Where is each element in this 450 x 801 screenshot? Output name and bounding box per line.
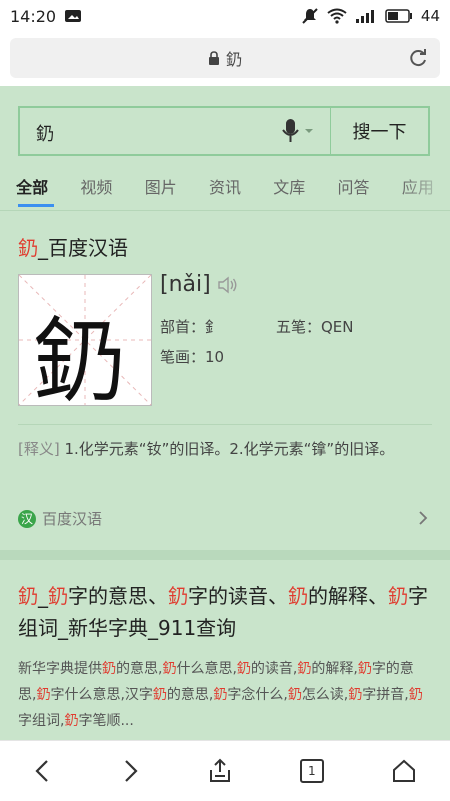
tab-wenku[interactable]: 文库 [257,166,321,210]
dictionary-card-title[interactable]: 釢_百度汉语 [18,232,128,261]
share-icon[interactable] [207,758,233,784]
category-tabs: 全部 视频 图片 资讯 文库 问答 应用 [0,166,450,210]
status-bar: 14:20 44 [0,0,450,32]
character-box: 釢 [18,274,152,415]
address-bar-container: 釢 [0,32,450,86]
image-notification-icon [65,10,82,22]
search-result[interactable]: 釢_釢字的意思、釢字的读音、釢的解释、釢字组词_新华字典_911查询 新华字典提… [0,560,450,740]
search-button[interactable]: 搜一下 [331,108,428,154]
wubi-code: 五笔：QEN [276,318,354,336]
tab-count: 1 [307,764,316,778]
card-separator [0,550,450,560]
result-title[interactable]: 釢_釢字的意思、釢字的读音、釢的解释、釢字组词_新华字典_911查询 [18,580,438,644]
address-text: 釢 [225,50,242,69]
stroke-count: 笔画：10 [160,348,225,366]
speaker-icon[interactable] [217,276,239,294]
home-icon[interactable] [391,758,417,784]
character-glyph: 釢 [33,308,126,415]
dictionary-card[interactable]: 釢_百度汉语 釢 [nǎi] 部首：釒 五笔：QEN 笔画：10 [释义] 1.… [0,214,450,544]
tab-video[interactable]: 视频 [64,166,128,210]
definition-tag: [释义] [18,440,60,458]
tabs-button[interactable]: 1 [299,759,324,783]
card-divider [18,424,432,425]
result-snippet: 新华字典提供釢的意思,釢什么意思,釢的读音,釢的解释,釢字的意思,釢字什么意思,… [18,661,423,729]
definition: [释义] 1.化学元素“钕”的旧译。2.化学元素“镎”的旧译。 [18,436,432,462]
tab-qa[interactable]: 问答 [321,166,385,210]
source-link[interactable]: 汉 百度汉语 [18,508,102,529]
signal-icon [355,10,374,23]
tabs-fade [400,166,450,210]
tabs-divider [0,210,450,211]
address-bar[interactable]: 釢 [10,38,440,78]
tab-images[interactable]: 图片 [129,166,193,210]
hanyu-logo-icon: 汉 [18,509,36,528]
back-arrow-icon[interactable] [33,759,53,783]
source-name: 百度汉语 [42,510,103,528]
bottom-navigation: 1 [0,740,450,801]
battery-icon [385,9,412,23]
microphone-icon[interactable] [280,118,320,144]
battery-level: 44 [420,7,440,25]
pinyin: [nǎi] [160,272,211,297]
clock: 14:20 [10,6,57,26]
mute-icon [302,8,318,24]
radical: 部首：釒 [160,318,221,336]
forward-arrow-icon[interactable] [120,759,140,783]
lock-icon [208,50,219,65]
search-input[interactable]: 釢 [36,120,54,146]
search-box: 釢 搜一下 [18,106,430,156]
definition-text: 1.化学元素“钕”的旧译。2.化学元素“镎”的旧译。 [59,440,395,458]
tab-news[interactable]: 资讯 [193,166,257,210]
tab-all[interactable]: 全部 [0,166,64,210]
chevron-right-icon[interactable] [418,510,428,526]
reload-icon[interactable] [408,48,428,68]
wifi-icon [327,8,347,24]
